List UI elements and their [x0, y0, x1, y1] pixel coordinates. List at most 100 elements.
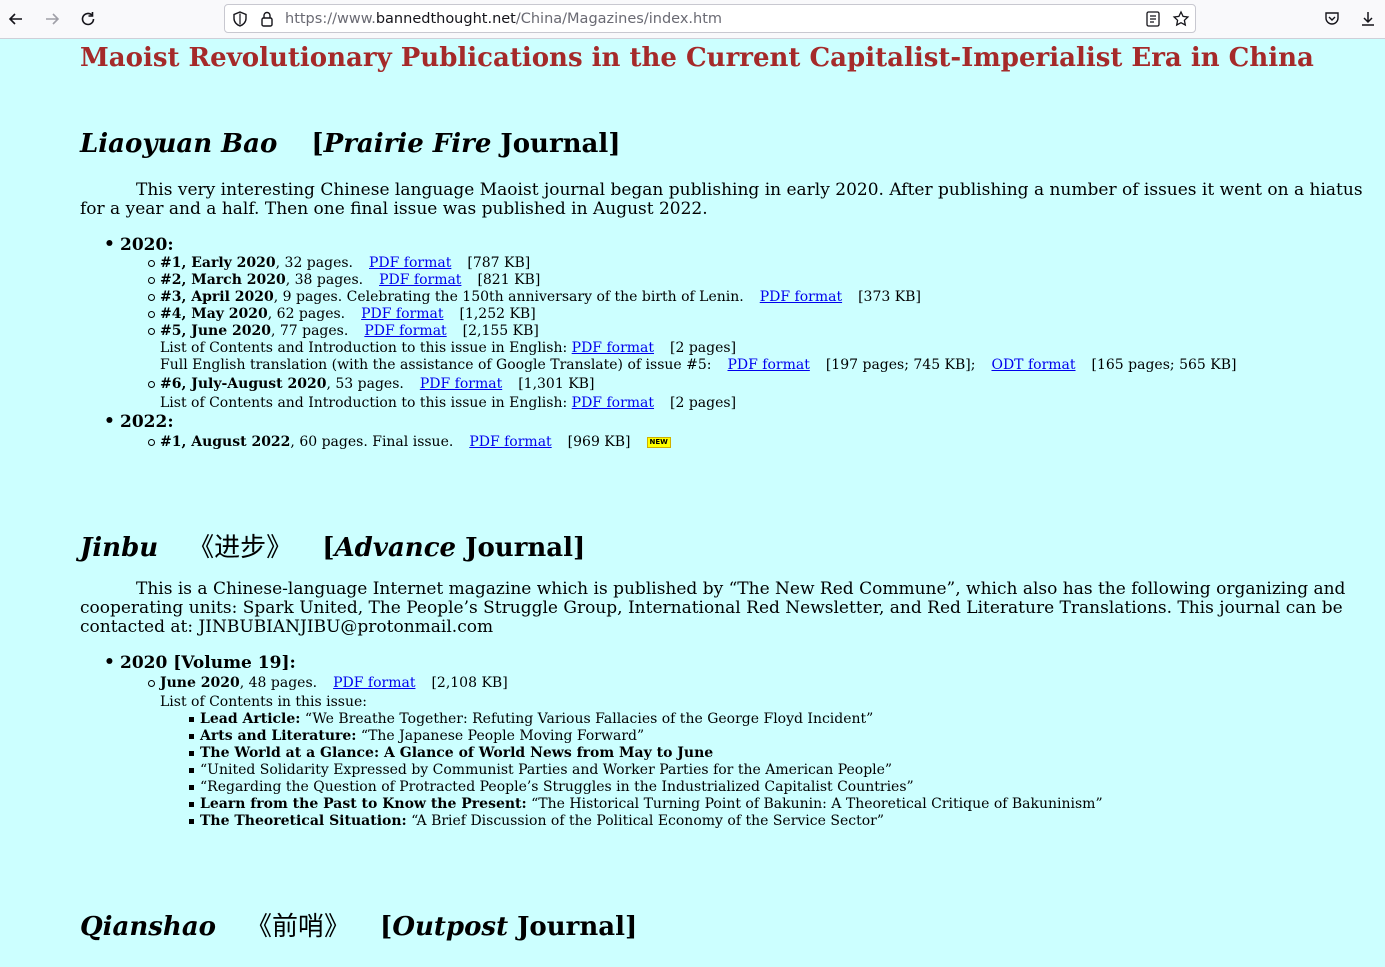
- url-bar[interactable]: https://www.bannedthought.net/China/Maga…: [224, 4, 1196, 33]
- issue-desc: , 32 pages.: [275, 255, 353, 271]
- jinbu-eng-name: Advance: [334, 533, 457, 563]
- jinbu-suffix: Journal]: [456, 533, 586, 563]
- forward-arrow-icon[interactable]: [40, 7, 64, 31]
- liaoyuan-heading: Liaoyuan Bao [Prairie Fire Journal]: [80, 129, 621, 159]
- odt-link[interactable]: ODT format: [991, 357, 1075, 373]
- file-size: [821 KB]: [477, 272, 541, 288]
- contents-label: List of Contents in this issue:: [160, 694, 368, 710]
- issue-contents-note: List of Contents and Introduction to thi…: [160, 340, 736, 356]
- file-size: [373 KB]: [858, 289, 921, 305]
- issue-number: #2, March 2020: [160, 272, 286, 288]
- contents-item-label: Arts and Literature:: [200, 728, 357, 744]
- issue-number: #1, August 2022: [160, 434, 291, 450]
- jinbu-heading: Jinbu 《进步》 [Advance Journal]: [80, 527, 585, 564]
- liaoyuan-eng-name: Prairie Fire: [323, 129, 492, 159]
- pdf-link[interactable]: PDF format: [572, 395, 654, 411]
- contents-item: “United Solidarity Expressed by Communis…: [188, 762, 893, 778]
- qianshao-suffix: Journal]: [508, 912, 638, 942]
- page-viewport: Maoist Revolutionary Publications in the…: [0, 39, 1385, 967]
- url-prefix: https://www.: [285, 11, 376, 27]
- liaoyuan-bracket: [: [311, 129, 324, 159]
- issue-item: #3, April 2020, 9 pages. Celebrating the…: [148, 289, 921, 305]
- file-size: [197 pages; 745 KB];: [825, 357, 976, 373]
- issue-number: #3, April 2020: [160, 289, 274, 305]
- issue-number: #4, May 2020: [160, 306, 268, 322]
- back-arrow-icon[interactable]: [4, 7, 28, 31]
- pdf-link[interactable]: PDF format: [379, 272, 461, 288]
- pdf-link[interactable]: PDF format: [572, 340, 654, 356]
- lock-icon[interactable]: [258, 10, 276, 28]
- page-title: Maoist Revolutionary Publications in the…: [80, 43, 1314, 73]
- jinbu-intro: This is a Chinese-language Internet maga…: [80, 579, 1346, 637]
- issue-desc: , 53 pages.: [326, 376, 404, 392]
- issue-number: #6, July-August 2020: [160, 376, 327, 392]
- note-text: List of Contents and Introduction to thi…: [160, 340, 568, 356]
- pdf-link[interactable]: PDF format: [727, 357, 809, 373]
- url-host: bannedthought.net: [375, 11, 516, 27]
- liaoyuan-suffix: Journal]: [491, 129, 621, 159]
- issue-item: #1, August 2022, 60 pages. Final issue. P…: [148, 434, 671, 450]
- note-text: Full English translation (with the assis…: [160, 357, 712, 373]
- pocket-icon[interactable]: [1320, 7, 1344, 31]
- jinbu-year: 2020 [Volume 19]:: [104, 652, 296, 673]
- issue-item: #4, May 2020, 62 pages. PDF format [1,252 …: [148, 306, 536, 322]
- file-size: [969 KB]: [567, 434, 631, 450]
- liaoyuan-year-2022: 2022:: [104, 411, 173, 432]
- issue-number: #5, June 2020: [160, 323, 271, 339]
- contents-item-label: Learn from the Past to Know the Present:: [200, 796, 527, 812]
- issue-number: #1, Early 2020: [160, 255, 276, 271]
- pdf-link[interactable]: PDF format: [369, 255, 451, 271]
- bookmark-star-icon[interactable]: [1172, 10, 1190, 28]
- contents-item-title: “United Solidarity Expressed by Communis…: [200, 762, 893, 778]
- issue-item: #1, Early 2020, 32 pages. PDF format [787 …: [147, 255, 530, 271]
- qianshao-eng-name: Outpost: [392, 912, 509, 942]
- pdf-link[interactable]: PDF format: [333, 675, 415, 691]
- jinbu-name: Jinbu: [80, 533, 159, 563]
- liaoyuan-year-2020: 2020:: [104, 234, 173, 255]
- file-size: [2,155 KB]: [462, 323, 539, 339]
- contents-item-title: “The Japanese People Moving Forward”: [356, 728, 645, 744]
- pdf-link[interactable]: PDF format: [364, 323, 446, 339]
- contents-item: Arts and Literature: “The Japanese Peopl…: [188, 728, 645, 744]
- pdf-link[interactable]: PDF format: [469, 434, 551, 450]
- url-text[interactable]: https://www.bannedthought.net/China/Maga…: [285, 11, 722, 27]
- issue-desc: , 9 pages. Celebrating the 150th anniver…: [273, 289, 744, 305]
- page-count: [2 pages]: [670, 340, 737, 356]
- file-size: [2,108 KB]: [431, 675, 508, 691]
- shield-icon[interactable]: [231, 10, 249, 28]
- file-size: [1,252 KB]: [459, 306, 536, 322]
- contents-item-label: The World at a Glance: A Glance of World…: [200, 745, 714, 761]
- reload-icon[interactable]: [76, 7, 100, 31]
- pdf-link[interactable]: PDF format: [420, 376, 502, 392]
- browser-toolbar: https://www.bannedthought.net/China/Maga…: [0, 0, 1385, 39]
- contents-item-title: “Regarding the Question of Protracted Pe…: [200, 779, 914, 795]
- pdf-link[interactable]: PDF format: [361, 306, 443, 322]
- reader-view-icon[interactable]: [1144, 10, 1162, 28]
- contents-item: “Regarding the Question of Protracted Pe…: [189, 779, 914, 795]
- jinbu-bracket: [: [322, 533, 335, 563]
- contents-item: Learn from the Past to Know the Present:…: [189, 796, 1103, 812]
- contents-item-label: Lead Article:: [200, 711, 301, 727]
- contents-item: The World at a Glance: A Glance of World…: [188, 745, 714, 761]
- issue-desc: , 60 pages. Final issue.: [290, 434, 454, 450]
- contents-item: The Theoretical Situation: “A Brief Disc…: [189, 813, 884, 829]
- contents-item-title: “The Historical Turning Point of Bakunin…: [526, 796, 1103, 812]
- issue-desc: , 77 pages.: [270, 323, 349, 339]
- issue-number: June 2020: [160, 675, 240, 691]
- qianshao-chinese: 《前哨》: [246, 912, 351, 942]
- url-path: /China/Magazines/index.htm: [515, 11, 723, 27]
- issue-contents-note: List of Contents and Introduction to thi…: [160, 395, 736, 411]
- issue-desc: , 48 pages.: [239, 675, 318, 691]
- liaoyuan-name: Liaoyuan Bao: [80, 129, 278, 159]
- contents-item-title: “We Breathe Together: Refuting Various F…: [300, 711, 874, 727]
- contents-item: Lead Article: “We Breathe Together: Refu…: [188, 711, 874, 727]
- issue-desc: , 38 pages.: [285, 272, 364, 288]
- downloads-icon[interactable]: [1356, 7, 1380, 31]
- issue-item: #5, June 2020, 77 pages. PDF format [2,155…: [148, 323, 539, 339]
- pdf-link[interactable]: PDF format: [760, 289, 842, 305]
- liaoyuan-intro: This very interesting Chinese language M…: [80, 180, 1363, 219]
- issue-item: #2, March 2020, 38 pages. PDF format [821 …: [147, 272, 541, 288]
- qianshao-bracket: [: [380, 912, 393, 942]
- contents-item-title: “A Brief Discussion of the Political Eco…: [406, 813, 884, 829]
- note-text: List of Contents and Introduction to thi…: [160, 395, 568, 411]
